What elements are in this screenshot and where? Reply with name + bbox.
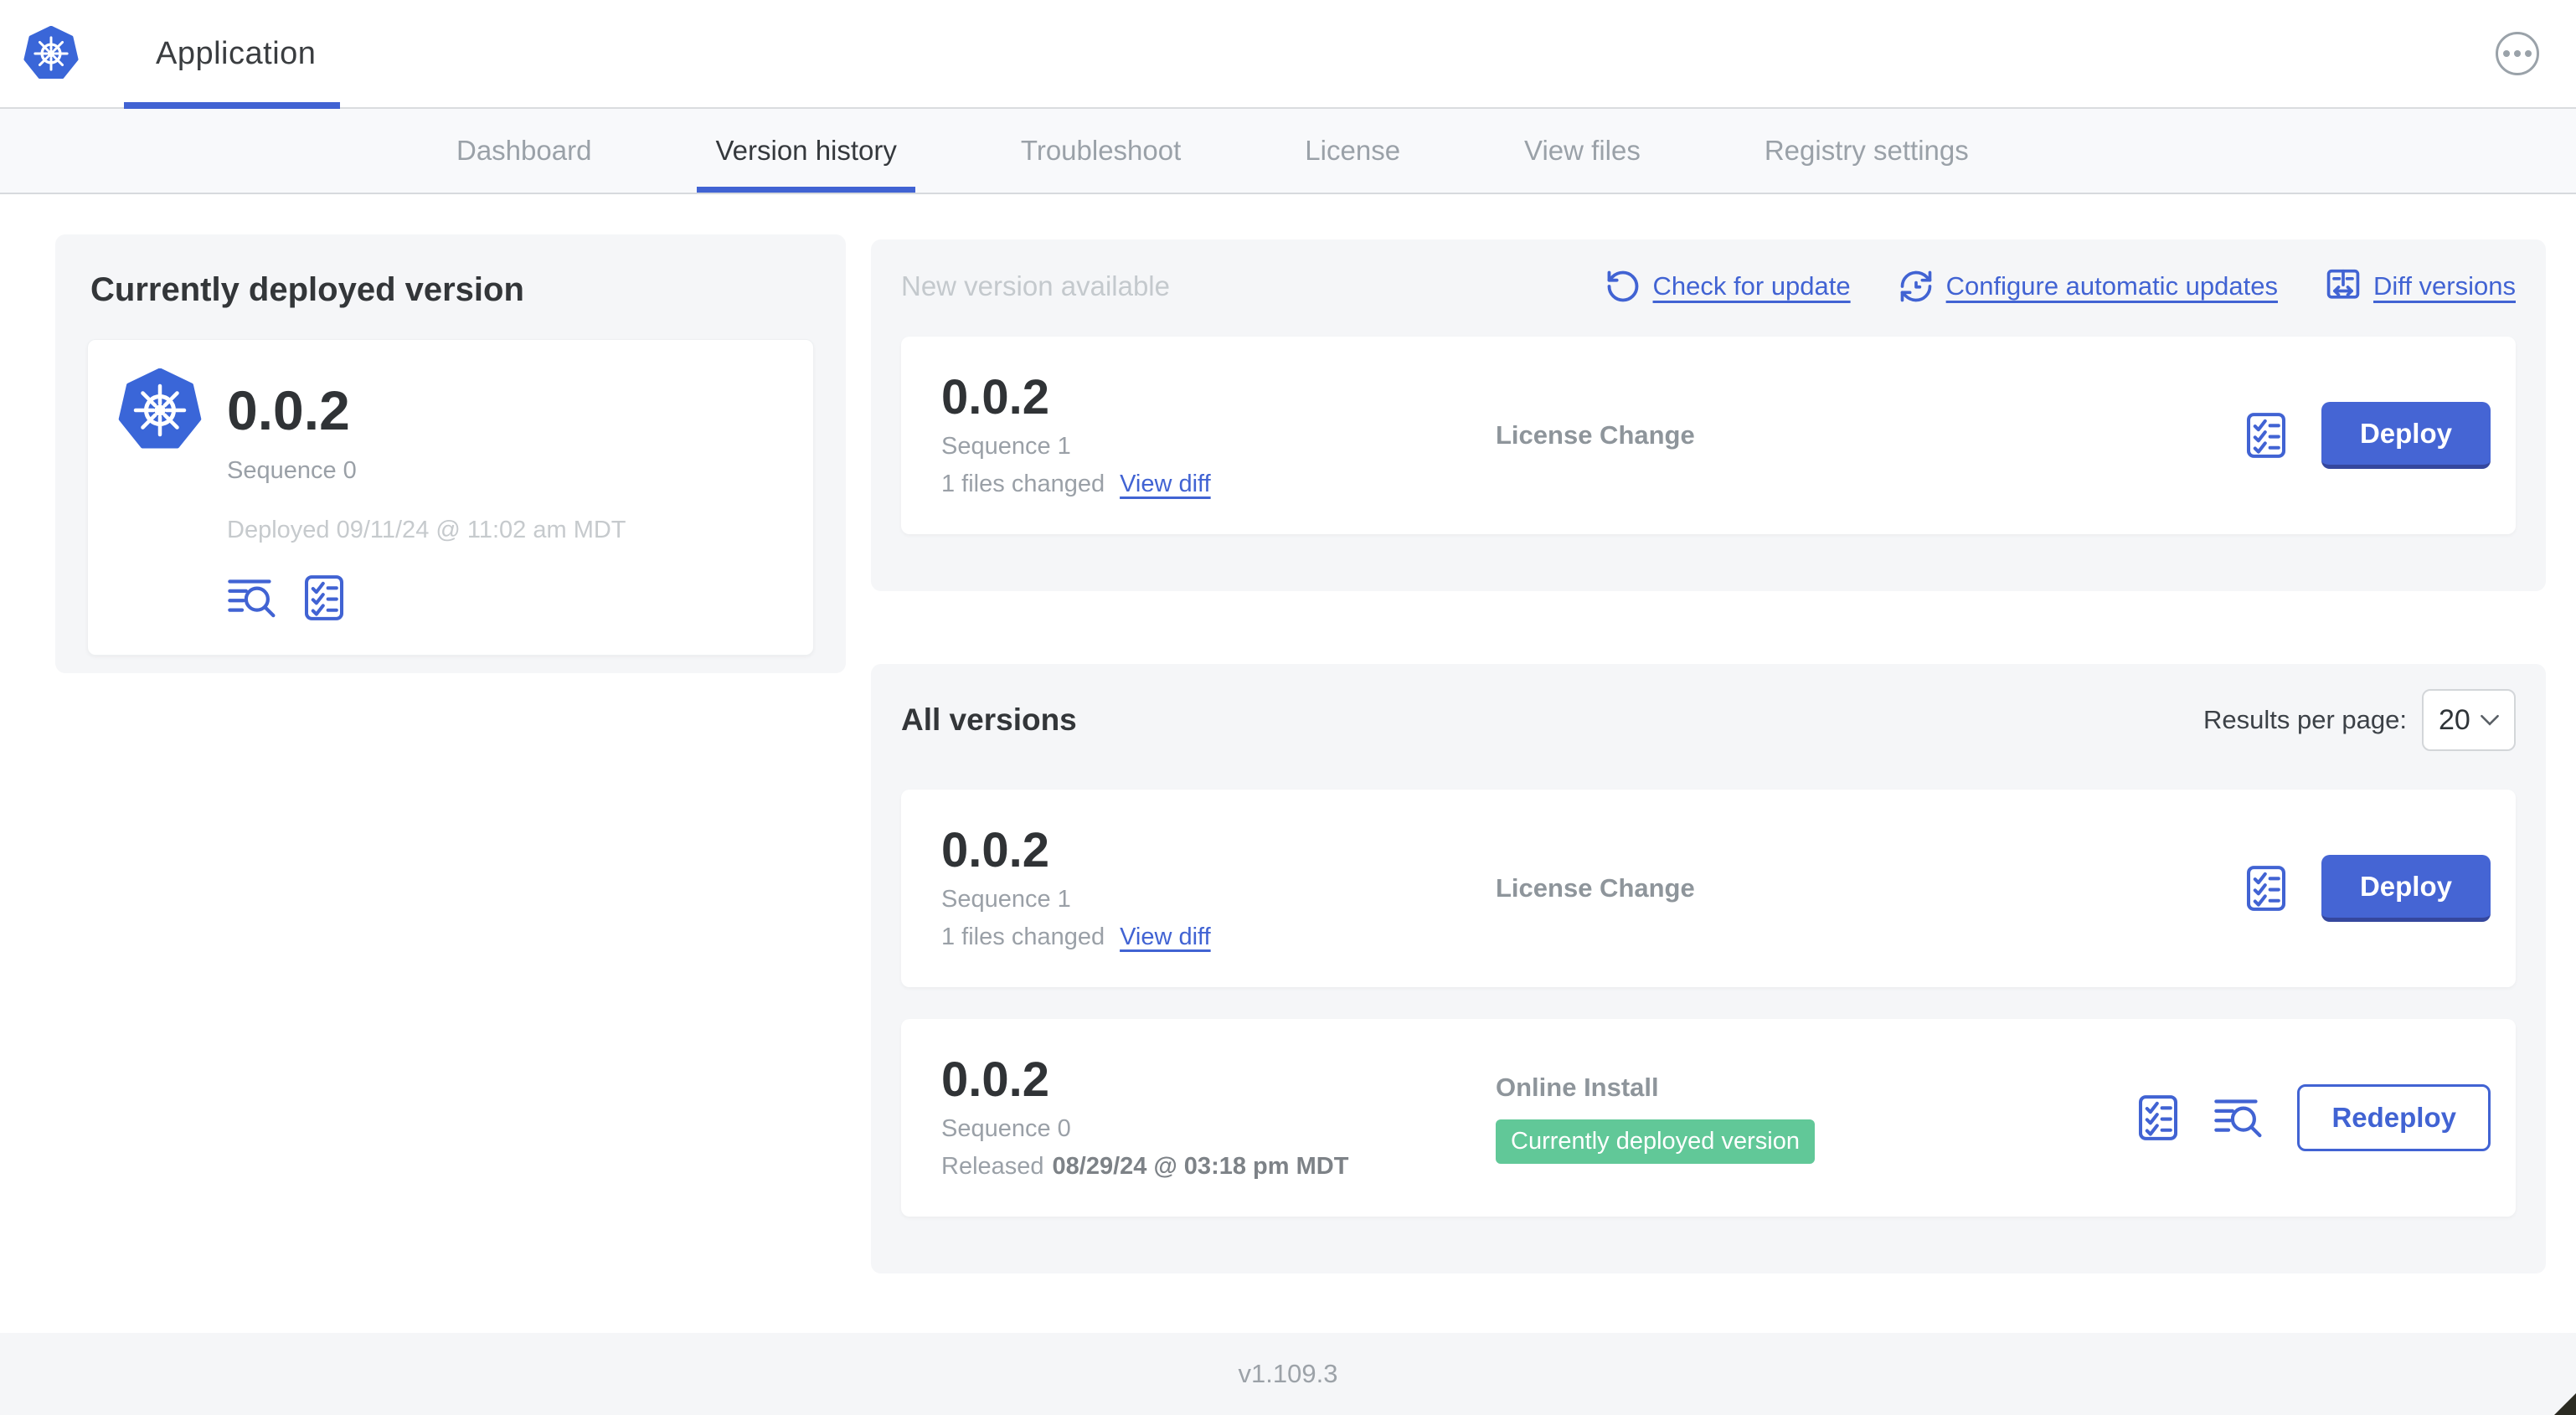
currently-deployed-section: Currently deployed version 0.0.2 Sequenc… xyxy=(55,234,846,673)
version-sequence: Sequence 1 xyxy=(941,433,1071,461)
results-per-page-label: Results per page: xyxy=(2203,705,2407,734)
check-for-update-link[interactable]: Check for update xyxy=(1605,268,1851,305)
deployed-timestamp: Deployed 09/11/24 @ 11:02 am MDT xyxy=(227,517,626,543)
console-version: v1.109.3 xyxy=(1238,1359,1338,1388)
main-content: Currently deployed version 0.0.2 Sequenc… xyxy=(0,194,2576,1333)
version-number: 0.0.2 xyxy=(941,822,1049,877)
configure-automatic-updates-link[interactable]: Configure automatic updates xyxy=(1898,268,2278,305)
version-row: 0.0.2 Sequence 1 1 files changed View di… xyxy=(901,790,2516,987)
kubernetes-logo-icon xyxy=(23,26,79,81)
version-source: Online Install xyxy=(1496,1072,1659,1102)
ellipsis-icon xyxy=(2503,50,2510,57)
preflight-checklist-button[interactable] xyxy=(301,574,348,621)
deploy-button[interactable]: Deploy xyxy=(2321,402,2491,469)
chevron-down-icon xyxy=(2481,714,2499,726)
preflight-checklist-button[interactable] xyxy=(2243,865,2290,912)
released-timestamp: Released 08/29/24 @ 03:18 pm MDT xyxy=(941,1153,1349,1181)
deployed-version-number: 0.0.2 xyxy=(227,379,350,441)
clock-sync-icon xyxy=(1900,270,1931,302)
currently-deployed-badge: Currently deployed version xyxy=(1496,1119,1815,1164)
app-title-underline xyxy=(124,102,340,109)
new-version-title: New version available xyxy=(901,270,1170,301)
diff-versions-link[interactable]: Diff versions xyxy=(2325,268,2516,305)
new-version-section: New version available Check for update C… xyxy=(871,239,2546,591)
currently-deployed-title: Currently deployed version xyxy=(90,271,524,308)
tab-version-history[interactable]: Version history xyxy=(697,109,915,193)
view-logs-button[interactable] xyxy=(227,576,279,620)
overflow-menu-button[interactable] xyxy=(2496,32,2539,75)
currently-deployed-card: 0.0.2 Sequence 0 Deployed 09/11/24 @ 11:… xyxy=(87,339,814,656)
deploy-button[interactable]: Deploy xyxy=(2321,855,2491,922)
diff-icon xyxy=(2326,269,2360,299)
results-per-page-select[interactable]: 20 xyxy=(2422,689,2516,751)
version-number: 0.0.2 xyxy=(941,369,1049,424)
tab-bar: Dashboard Version history Troubleshoot L… xyxy=(0,109,2576,194)
kubernetes-app-icon xyxy=(118,368,202,452)
tab-view-files[interactable]: View files xyxy=(1506,109,1659,193)
redeploy-button[interactable]: Redeploy xyxy=(2297,1084,2491,1151)
files-changed-text: 1 files changed xyxy=(941,471,1105,498)
version-source: License Change xyxy=(1496,420,1695,450)
all-versions-section: All versions Results per page: 20 0.0.2 … xyxy=(871,664,2546,1274)
version-sequence: Sequence 0 xyxy=(941,1115,1071,1143)
version-number: 0.0.2 xyxy=(941,1052,1049,1107)
new-version-row: 0.0.2 Sequence 1 1 files changed View di… xyxy=(901,337,2516,534)
view-diff-link[interactable]: View diff xyxy=(1120,924,1211,951)
app-title: Application xyxy=(156,35,317,71)
screen-corner-artifact xyxy=(2554,1393,2576,1415)
preflight-checklist-button[interactable] xyxy=(2135,1094,2182,1141)
all-versions-title: All versions xyxy=(901,702,1077,737)
preflight-checklist-button[interactable] xyxy=(2243,412,2290,459)
tab-dashboard[interactable]: Dashboard xyxy=(438,109,610,193)
tab-troubleshoot[interactable]: Troubleshoot xyxy=(1002,109,1199,193)
view-logs-button[interactable] xyxy=(2213,1096,2265,1140)
tab-registry-settings[interactable]: Registry settings xyxy=(1746,109,1987,193)
version-source: License Change xyxy=(1496,873,1695,903)
refresh-icon xyxy=(1607,270,1638,302)
app-footer: v1.109.3 xyxy=(0,1333,2576,1415)
version-row: 0.0.2 Sequence 0 Released 08/29/24 @ 03:1… xyxy=(901,1019,2516,1217)
app-header: Application xyxy=(0,0,2576,109)
view-diff-link[interactable]: View diff xyxy=(1120,471,1211,498)
files-changed-text: 1 files changed xyxy=(941,924,1105,951)
version-sequence: Sequence 1 xyxy=(941,886,1071,913)
tab-license[interactable]: License xyxy=(1286,109,1419,193)
deployed-sequence: Sequence 0 xyxy=(227,457,357,484)
